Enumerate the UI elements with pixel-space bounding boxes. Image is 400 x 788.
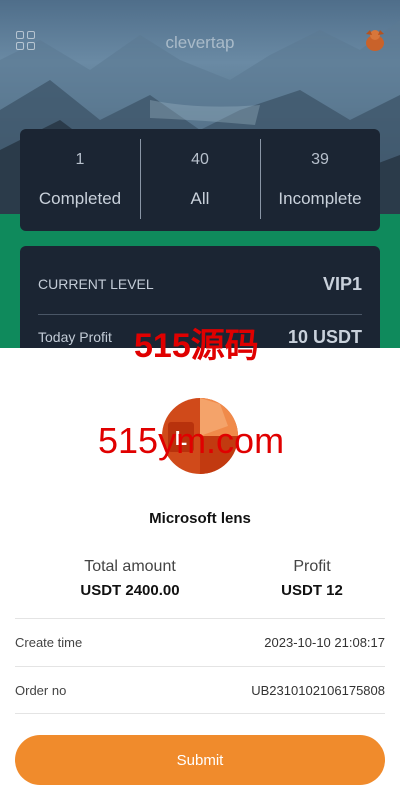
total-amount-value: USDT 2400.00: [80, 582, 180, 599]
top-bar: clevertap: [0, 0, 400, 84]
stat-label: All: [190, 189, 210, 208]
order-no-row: Order no UB2310102106175808: [15, 666, 385, 714]
current-level-label: CURRENT LEVEL: [38, 276, 154, 292]
stat-all: 40 All: [140, 129, 260, 231]
profit: Profit USDT 12: [242, 558, 382, 599]
create-time-row: Create time 2023-10-10 21:08:17: [15, 618, 385, 666]
watermark-url: 515ym.com: [98, 420, 285, 461]
today-profit-label: Today Profit: [38, 329, 112, 345]
order-no-label: Order no: [15, 682, 67, 698]
app-title: clevertap: [165, 33, 235, 52]
create-time-label: Create time: [15, 635, 83, 650]
stat-label: Completed: [38, 189, 122, 208]
avatar-icon[interactable]: [360, 26, 390, 56]
current-level-row: CURRENT LEVEL VIP1: [38, 272, 362, 296]
total-amount: Total amount USDT 2400.00: [18, 558, 242, 599]
profit-value: USDT 12: [281, 582, 343, 599]
amounts-row: Total amount USDT 2400.00 Profit USDT 12: [18, 558, 382, 599]
order-no-value: UB2310102106175808: [251, 682, 385, 698]
stat-completed: 1 Completed: [20, 129, 140, 231]
today-profit-value: 10 USDT: [287, 326, 362, 347]
stat-label: Incomplete: [278, 189, 362, 208]
profit-label: Profit: [293, 558, 331, 575]
create-time-value: 2023-10-10 21:08:17: [264, 635, 385, 650]
stat-value: 1: [75, 151, 85, 168]
stat-value: 40: [191, 151, 209, 168]
stat-incomplete: 39 Incomplete: [260, 129, 380, 231]
task-stats-card: 1 Completed 40 All 39 Incomplete: [20, 129, 380, 231]
order-sheet: L Microsoft lens Total amount USDT 2400.…: [0, 348, 400, 788]
divider: [38, 314, 362, 315]
total-amount-label: Total amount: [84, 558, 176, 575]
watermark-text: 515源码: [134, 327, 259, 365]
stat-value: 39: [311, 151, 329, 168]
current-level-value: VIP1: [322, 273, 362, 294]
product-name: Microsoft lens: [149, 510, 251, 527]
submit-button[interactable]: Submit: [15, 735, 385, 785]
